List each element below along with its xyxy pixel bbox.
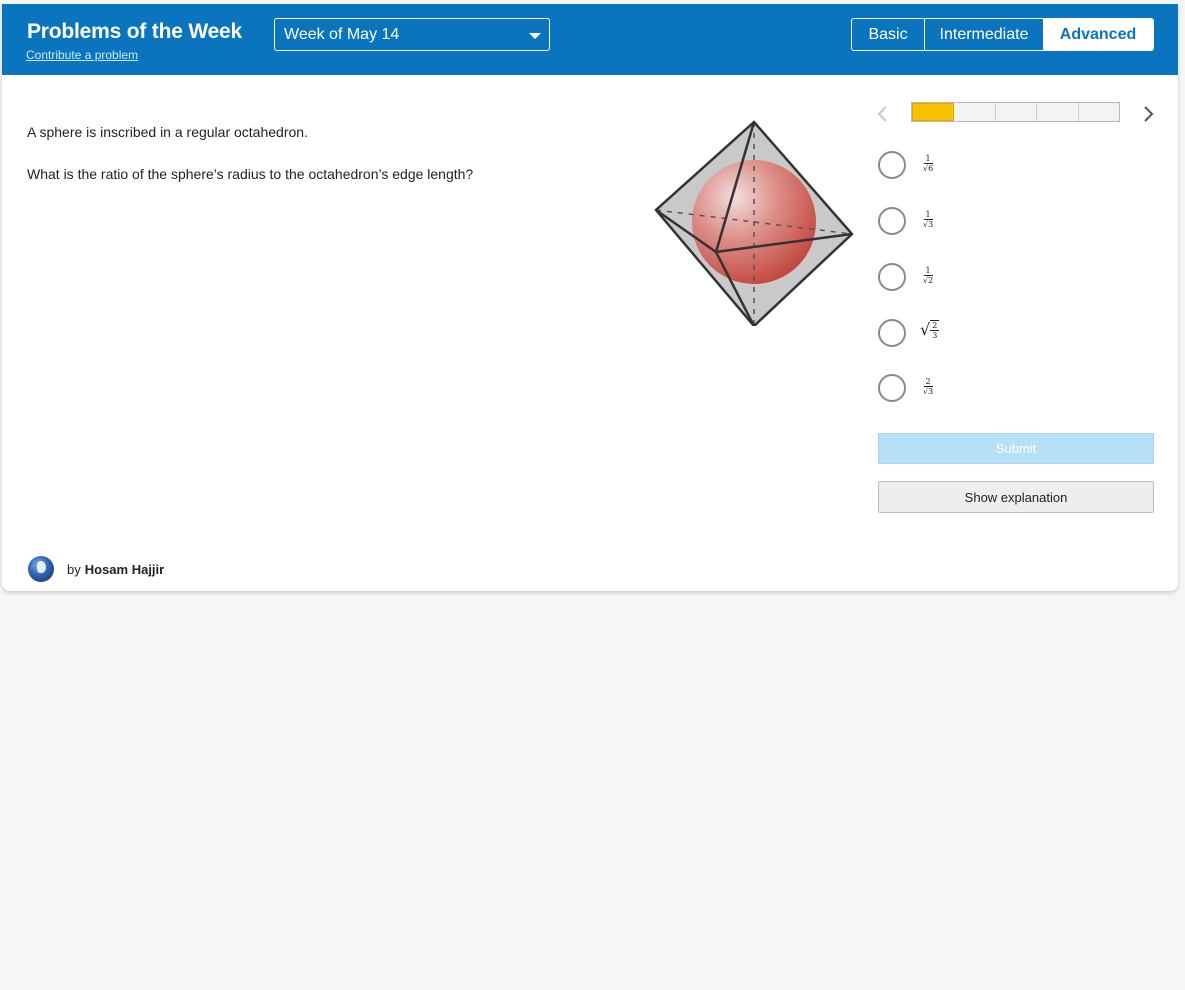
week-select[interactable]: Week of May 14 (274, 18, 550, 51)
problem-statement: A sphere is inscribed in a regular octah… (27, 124, 308, 140)
radio-button[interactable] (878, 151, 906, 179)
choice-math: 1 √6 (922, 154, 934, 173)
chevron-right-icon[interactable] (1141, 104, 1157, 124)
level-toggle: Basic Intermediate Advanced (851, 18, 1154, 51)
fraction-denominator: √6 (923, 164, 934, 173)
fraction-denominator: 3 (932, 331, 938, 340)
choice-math: 1 √2 (922, 266, 934, 285)
fraction-denominator: √3 (923, 387, 934, 396)
problem-question: What is the ratio of the sphere’s radius… (27, 166, 474, 182)
problem-card: Problems of the Week Contribute a proble… (2, 4, 1178, 591)
answer-choice-4[interactable]: √ 2 3 (878, 319, 998, 349)
level-intermediate-button[interactable]: Intermediate (925, 19, 1043, 50)
choice-math: √ 2 3 (920, 320, 940, 340)
header-bar: Problems of the Week Contribute a proble… (2, 4, 1178, 75)
radio-button[interactable] (878, 374, 906, 402)
progress-step-1[interactable] (912, 103, 955, 121)
choice-math: 1 √3 (922, 210, 934, 229)
radio-button[interactable] (878, 263, 906, 291)
fraction-numerator: 1 (923, 210, 933, 220)
progress-step-2[interactable] (954, 103, 996, 121)
level-basic-button[interactable]: Basic (852, 19, 925, 50)
author-credit: by Hosam Hajjir (28, 556, 164, 582)
show-explanation-button[interactable]: Show explanation (878, 481, 1154, 513)
radio-button[interactable] (878, 319, 906, 347)
progress-step-3[interactable] (996, 103, 1038, 121)
fraction-numerator: 2 (923, 377, 933, 387)
chevron-down-icon (529, 33, 541, 39)
octahedron-sphere-figure (654, 120, 854, 326)
progress-step-4[interactable] (1037, 103, 1079, 121)
answer-choice-3[interactable]: 1 √2 (878, 263, 998, 293)
avatar[interactable] (28, 556, 54, 582)
choice-math: 2 √3 (922, 377, 934, 396)
submit-button[interactable]: Submit (878, 433, 1154, 464)
answer-choice-1[interactable]: 1 √6 (878, 151, 998, 181)
progress-step-5[interactable] (1079, 103, 1119, 121)
author-name[interactable]: Hosam Hajjir (85, 562, 164, 577)
answer-choice-2[interactable]: 1 √3 (878, 207, 998, 237)
answer-choice-5[interactable]: 2 √3 (878, 374, 998, 404)
radio-button[interactable] (878, 207, 906, 235)
fraction-numerator: 1 (923, 266, 933, 276)
chevron-left-icon[interactable] (874, 104, 890, 124)
fraction-denominator: √2 (923, 276, 934, 285)
by-label: by (67, 561, 81, 577)
contribute-link[interactable]: Contribute a problem (26, 48, 138, 62)
fraction-denominator: √3 (923, 220, 934, 229)
level-advanced-button[interactable]: Advanced (1043, 19, 1153, 50)
fraction-numerator: 2 (930, 321, 940, 331)
week-select-value: Week of May 14 (284, 26, 400, 43)
problem-progress (911, 102, 1120, 122)
fraction-numerator: 1 (923, 154, 933, 164)
page-title: Problems of the Week (27, 20, 243, 43)
sqrt-symbol: √ (920, 320, 931, 339)
